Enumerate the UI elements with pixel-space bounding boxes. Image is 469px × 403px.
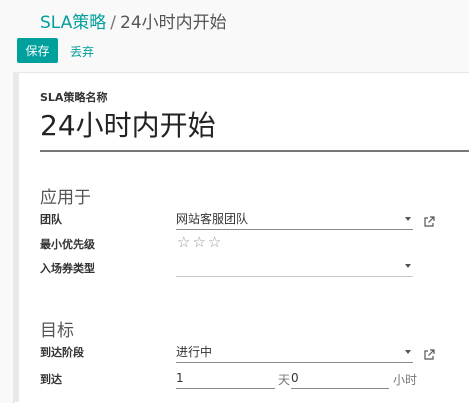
hours-input[interactable]: 0 [291, 370, 389, 389]
team-select-value: 网站客服团队 [176, 212, 249, 226]
breadcrumb: SLA策略/24小时内开始 [40, 8, 227, 33]
hours-unit: 小时 [393, 373, 418, 387]
breadcrumb-parent-link[interactable]: SLA策略 [40, 13, 106, 33]
reach-stage-select[interactable]: 进行中 [176, 344, 413, 363]
reach-stage-select-value: 进行中 [176, 345, 213, 359]
external-link-icon[interactable] [423, 346, 435, 360]
priority-stars: ☆☆☆ [177, 233, 223, 251]
ticket-type-label: 入场券类型 [40, 262, 95, 275]
star-outline-icon[interactable]: ☆ [177, 233, 192, 251]
caret-down-icon [405, 217, 411, 221]
breadcrumb-separator: / [110, 13, 117, 33]
save-button[interactable]: 保存 [17, 38, 58, 63]
min-priority-label: 最小优先级 [40, 238, 95, 251]
reach-stage-label: 到达阶段 [40, 346, 84, 359]
discard-button[interactable]: 丢弃 [70, 43, 94, 60]
sheet-edge [13, 72, 19, 402]
star-outline-icon[interactable]: ☆ [208, 233, 223, 251]
days-unit: 天 [278, 373, 291, 387]
sla-name-label: SLA策略名称 [40, 91, 108, 104]
reach-label: 到达 [40, 373, 62, 386]
team-select[interactable]: 网站客服团队 [176, 211, 413, 230]
days-input[interactable]: 1 [176, 370, 275, 389]
team-label: 团队 [40, 213, 62, 226]
apply-section-title: 应用于 [40, 188, 91, 208]
external-link-icon[interactable] [423, 213, 435, 227]
breadcrumb-current: 24小时内开始 [120, 13, 227, 33]
caret-down-icon [405, 350, 411, 354]
ticket-type-select[interactable] [176, 258, 413, 277]
sla-name-input[interactable]: 24小时内开始 [40, 106, 469, 152]
star-outline-icon[interactable]: ☆ [192, 233, 207, 251]
caret-down-icon [405, 264, 411, 268]
target-section-title: 目标 [40, 321, 74, 341]
